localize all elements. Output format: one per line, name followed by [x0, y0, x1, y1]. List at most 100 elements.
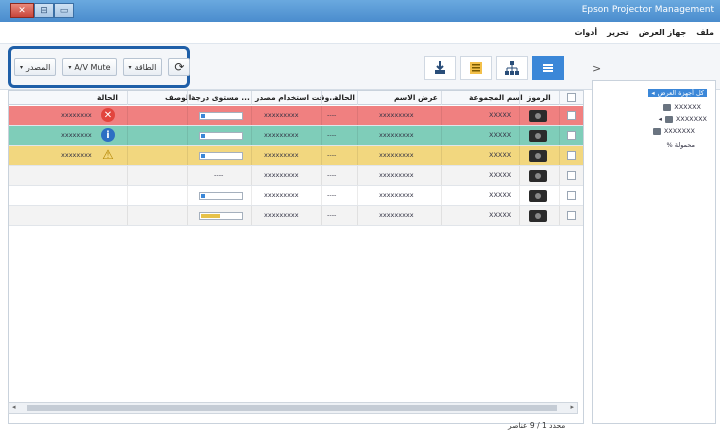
column-divider [519, 206, 520, 225]
column-divider [559, 186, 560, 205]
table-row[interactable]: xxxxxxxxx ---- xxxxxxxxx XXXXX [9, 206, 583, 226]
row-checkbox[interactable] [567, 111, 576, 120]
table-row[interactable]: xxxxxxxx i xxxxxxxxx ---- xxxxxxxxx XXXXX [9, 126, 583, 146]
report-icon [470, 62, 482, 74]
menu-bar: ملف جهاز العرض تحرير أدوات [0, 22, 720, 44]
row-checkbox[interactable] [567, 151, 576, 160]
column-divider [321, 146, 322, 165]
menu-tools[interactable]: أدوات [574, 28, 597, 37]
scroll-right-icon[interactable]: ▸ [570, 403, 574, 411]
refresh-button[interactable]: ⟳ [168, 58, 191, 76]
tree-label: كل أجهزة العرض [657, 89, 704, 97]
header-lamp-level[interactable]: مستوى درجة ... [191, 93, 250, 102]
horizontal-scrollbar[interactable]: ◂ ▸ [8, 402, 578, 414]
header-status[interactable]: الحالة [97, 93, 118, 102]
network-view-button[interactable] [496, 56, 528, 80]
column-divider [441, 186, 442, 205]
projector-icon [529, 170, 547, 182]
row-checkbox[interactable] [567, 131, 576, 140]
table-row[interactable]: xxxxxxxx ✕ xxxxxxxxx ---- xxxxxxxxx XXXXX [9, 106, 583, 126]
row-checkbox[interactable] [567, 211, 576, 220]
group-name: XXXXX [489, 151, 512, 159]
column-divider [251, 166, 252, 185]
header-symbols[interactable]: الرموز [527, 93, 551, 102]
usage-time: xxxxxxxxx [264, 211, 299, 219]
column-divider [559, 166, 560, 185]
column-divider [357, 166, 358, 185]
column-divider [357, 126, 358, 145]
maximize-button[interactable]: ▭ [54, 3, 74, 18]
scrollbar-thumb[interactable] [27, 405, 557, 411]
download-button[interactable] [424, 56, 456, 80]
tree-group-2[interactable]: ◂ XXXXXXX [659, 115, 707, 123]
column-divider [321, 186, 322, 205]
group-name: XXXXX [489, 111, 512, 119]
table-row[interactable]: ---- xxxxxxxxx ---- xxxxxxxxx XXXXX [9, 166, 583, 186]
table-row[interactable]: xxxxxxxxx ---- xxxxxxxxx XXXXX [9, 186, 583, 206]
tree-group-3[interactable]: XXXXXXX [652, 127, 695, 135]
error-icon: ✕ [101, 108, 115, 122]
expand-icon[interactable]: ◂ [659, 115, 662, 123]
usage-time: xxxxxxxxx [264, 111, 299, 119]
lamp-meter [199, 132, 243, 140]
window-title: Epson Projector Management [581, 5, 714, 15]
menu-edit[interactable]: تحرير [607, 28, 629, 37]
column-divider [559, 146, 560, 165]
tree-all-projectors[interactable]: ◂ كل أجهزة العرض [648, 89, 707, 97]
display-name: xxxxxxxxx [379, 131, 414, 139]
scroll-left-icon[interactable]: ◂ [12, 403, 16, 411]
av-mute-button[interactable]: ▾ A/V Mute [62, 58, 117, 76]
menu-projector[interactable]: جهاز العرض [639, 28, 686, 37]
minimize-button[interactable]: ⊟ [34, 3, 54, 18]
group-name: XXXXX [489, 191, 512, 199]
tree-portable[interactable]: % محمولة [666, 141, 695, 149]
column-divider [519, 146, 520, 165]
column-divider [357, 186, 358, 205]
power-button[interactable]: ▾ الطاقة [122, 58, 163, 76]
header-display-name[interactable]: عرض الاسم [394, 93, 438, 102]
state: ---- [327, 111, 337, 119]
table-row[interactable]: xxxxxxxx ⚠ xxxxxxxxx ---- xxxxxxxxx XXXXX [9, 146, 583, 166]
state: ---- [327, 211, 337, 219]
tree-label: XXXXXX [674, 103, 701, 111]
column-divider [127, 91, 128, 105]
header-state[interactable]: الحالة [334, 93, 355, 102]
projector-icon [529, 190, 547, 202]
source-button[interactable]: ▾ المصدر [14, 58, 57, 76]
grid-header: الحالة الوصف مستوى درجة ... وقت استخدام … [9, 91, 583, 105]
expand-icon[interactable]: ◂ [651, 89, 654, 97]
lamp-meter-fill [201, 134, 205, 138]
display-name: xxxxxxxxx [379, 171, 414, 179]
state: ---- [327, 171, 337, 179]
projector-tree-icon [652, 127, 661, 135]
list-report-button[interactable] [460, 56, 492, 80]
column-divider [441, 166, 442, 185]
status-text: xxxxxxxx [61, 111, 92, 119]
group-tree: ◂ كل أجهزة العرض XXXXXX ◂ XXXXXXX XXXXXX… [592, 80, 716, 424]
usage-time: xxxxxxxxx [264, 171, 299, 179]
power-label: الطاقة [134, 62, 157, 72]
row-checkbox[interactable] [567, 191, 576, 200]
status-text: xxxxxxxx [61, 131, 92, 139]
header-usage-time[interactable]: وقت استخدام مصدر... [255, 93, 338, 102]
column-divider [559, 206, 560, 225]
column-divider [321, 126, 322, 145]
list-view-button[interactable] [532, 56, 564, 80]
display-name: xxxxxxxxx [379, 211, 414, 219]
view-buttons [424, 56, 564, 80]
row-checkbox[interactable] [567, 171, 576, 180]
collapse-panel-button[interactable]: > [592, 62, 601, 75]
tree-group-1[interactable]: XXXXXX [663, 103, 701, 111]
column-divider [519, 166, 520, 185]
selection-status: محدد 1 / 9 عناصر [508, 421, 566, 430]
column-divider [187, 166, 188, 185]
column-divider [187, 126, 188, 145]
projector-icon [529, 110, 547, 122]
lamp-meter [199, 192, 243, 200]
header-group-name[interactable]: اسم المجموعة [469, 93, 523, 102]
download-icon [435, 61, 445, 74]
close-button[interactable]: ✕ [10, 3, 34, 18]
column-divider [357, 146, 358, 165]
select-all-checkbox[interactable] [567, 93, 576, 102]
menu-file[interactable]: ملف [696, 28, 714, 37]
